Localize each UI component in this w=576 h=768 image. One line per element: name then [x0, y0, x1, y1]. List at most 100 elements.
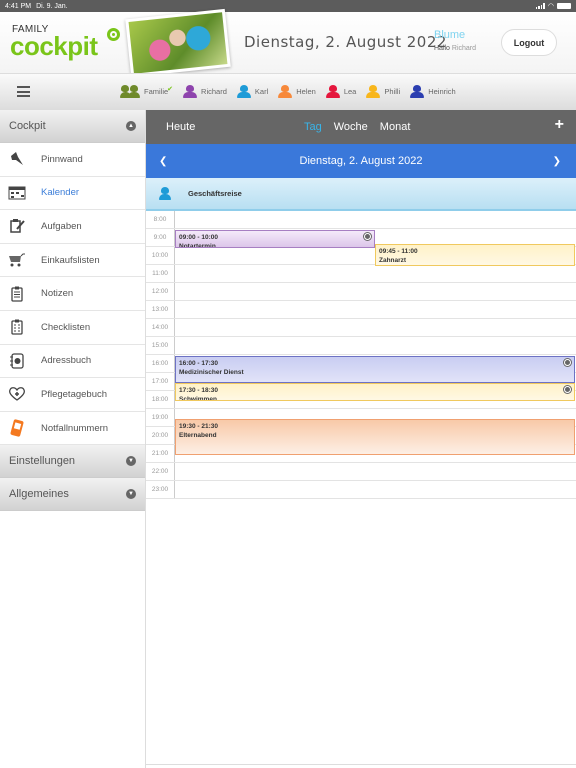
- sidebar-section-settings[interactable]: Einstellungen ▼: [0, 445, 145, 479]
- calendar-event[interactable]: 09:45 - 11:00 Zahnarzt: [375, 243, 575, 266]
- calendar-event[interactable]: 16:00 - 17:30 Medizinischer Dienst: [175, 356, 575, 383]
- status-bar: 4:41 PM Di. 9. Jan. ◠: [0, 0, 576, 12]
- sidebar: Cockpit ▲ Pinnwand Kalender Aufgaben Einkau…: [0, 110, 146, 768]
- user-name: Richard: [451, 45, 477, 52]
- member-helen[interactable]: Helen: [278, 85, 316, 98]
- member-filter: Familie ✔ Richard Karl Helen Lea Philli Heinric…: [120, 85, 466, 98]
- member-avatar-icon: [410, 85, 425, 98]
- hour-label: 18:00: [151, 396, 169, 403]
- hour-row[interactable]: 15:00: [146, 337, 576, 355]
- hour-label: 17:00: [151, 378, 169, 385]
- chevron-right-icon[interactable]: ❯: [553, 156, 561, 167]
- header-date: Dienstag, 2. August 2022: [244, 33, 447, 51]
- sidebar-item-checklisten[interactable]: Checklisten: [0, 311, 145, 345]
- event-status-icon: [564, 386, 571, 393]
- member-name: Familie: [144, 87, 169, 96]
- heart-plus-icon: [8, 386, 26, 402]
- section-label: Allgemeines: [9, 488, 69, 501]
- family-name: Blume: [434, 29, 466, 41]
- member-avatar-icon: [183, 85, 198, 98]
- sidebar-item-label: Notizen: [41, 288, 74, 300]
- member-avatar-icon: [278, 85, 293, 98]
- sidebar-item-notfallnummern[interactable]: Notfallnummern: [0, 412, 145, 446]
- calendar-event[interactable]: 17:30 - 18:30 Schwimmen: [175, 383, 575, 401]
- emergency-phone-icon: [8, 419, 26, 437]
- wifi-icon: ◠: [547, 3, 554, 10]
- sidebar-item-label: Notfallnummern: [41, 422, 109, 434]
- hour-label: 8:00: [153, 216, 167, 223]
- tasks-icon: [8, 218, 26, 234]
- sidebar-section-general[interactable]: Allgemeines ▼: [0, 478, 145, 512]
- add-event-icon[interactable]: +: [555, 116, 564, 134]
- tab-tag[interactable]: Tag: [304, 121, 322, 133]
- calendar-event[interactable]: 09:00 - 10:00 Notartermin: [175, 230, 375, 248]
- hour-label: 15:00: [151, 342, 169, 349]
- hour-label: 19:00: [151, 414, 169, 421]
- member-avatar-icon: [236, 85, 251, 98]
- member-philli[interactable]: Philli: [366, 85, 400, 98]
- sidebar-item-aufgaben[interactable]: Aufgaben: [0, 210, 145, 244]
- member-familie[interactable]: Familie ✔: [120, 85, 173, 98]
- sidebar-item-pinnwand[interactable]: Pinnwand: [0, 143, 145, 177]
- hour-label: 10:00: [151, 252, 169, 259]
- member-heinrich[interactable]: Heinrich: [410, 85, 456, 98]
- sidebar-item-label: Pflegetagebuch: [41, 388, 108, 400]
- hour-row[interactable]: 22:00: [146, 463, 576, 481]
- logo-cockpit-text: cockpit: [10, 31, 98, 61]
- hour-row[interactable]: 13:00: [146, 301, 576, 319]
- member-name: Karl: [254, 87, 269, 96]
- hour-label: 21:00: [151, 450, 169, 457]
- sidebar-item-pflegetagebuch[interactable]: Pflegetagebuch: [0, 378, 145, 412]
- hour-row[interactable]: 12:00: [146, 283, 576, 301]
- hour-label: 23:00: [151, 486, 169, 493]
- tab-monat[interactable]: Monat: [380, 121, 411, 133]
- sidebar-item-einkaufslisten[interactable]: Einkaufslisten: [0, 244, 145, 278]
- family-photo: [125, 8, 231, 78]
- event-title: Notartermin: [179, 243, 216, 248]
- event-status-icon: [564, 359, 571, 366]
- member-lea[interactable]: Lea: [325, 85, 357, 98]
- sidebar-section-cockpit[interactable]: Cockpit ▲: [0, 110, 145, 143]
- tab-woche[interactable]: Woche: [334, 121, 368, 133]
- event-time: 09:00 - 10:00: [179, 234, 219, 241]
- member-richard[interactable]: Richard: [183, 85, 227, 98]
- sidebar-item-label: Pinnwand: [41, 153, 83, 165]
- section-label: Cockpit: [9, 120, 46, 132]
- current-date: Dienstag, 2. August 2022: [299, 155, 423, 167]
- sidebar-item-label: Checklisten: [41, 321, 91, 333]
- chevron-left-icon[interactable]: ❮: [159, 156, 167, 167]
- hour-row[interactable]: 23:00: [146, 481, 576, 499]
- member-name: Lea: [343, 87, 357, 96]
- calendar-event[interactable]: 19:30 - 21:30 Elternabend: [175, 419, 575, 455]
- event-time: 09:45 - 11:00: [379, 247, 418, 255]
- menu-icon[interactable]: [17, 86, 30, 97]
- greeting-prefix: Hallo: [434, 45, 450, 52]
- hour-label: 11:00: [152, 270, 168, 277]
- sidebar-item-kalender[interactable]: Kalender: [0, 177, 145, 211]
- hour-row[interactable]: 8:00: [146, 211, 576, 229]
- allday-event[interactable]: Geschäftsreise: [146, 178, 576, 211]
- view-switcher: Tag Woche Monat: [304, 121, 410, 133]
- event-title: Medizinischer Dienst: [179, 369, 244, 376]
- member-karl[interactable]: Karl: [236, 85, 269, 98]
- logo-ring-icon: [107, 28, 120, 41]
- hour-label: 12:00: [151, 288, 169, 295]
- today-button[interactable]: Heute: [166, 121, 195, 133]
- status-date: Di. 9. Jan.: [36, 2, 68, 10]
- allday-event-title: Geschäftsreise: [188, 189, 242, 198]
- hour-row[interactable]: 14:00: [146, 319, 576, 337]
- sidebar-item-notizen[interactable]: Notizen: [0, 277, 145, 311]
- sidebar-item-adressbuch[interactable]: Adressbuch: [0, 345, 145, 379]
- hour-label: 16:00: [151, 360, 169, 367]
- member-name: Richard: [201, 87, 227, 96]
- chevron-down-icon: ▼: [126, 456, 136, 467]
- hour-row[interactable]: 11:00: [146, 265, 576, 283]
- section-label: Einstellungen: [9, 455, 76, 468]
- app-header: FAMILY cockpit Dienstag, 2. August 2022 …: [0, 8, 576, 78]
- chevron-down-icon: ▼: [126, 489, 136, 500]
- event-time: 17:30 - 18:30: [179, 387, 219, 394]
- chevron-up-icon: ▲: [126, 121, 136, 131]
- logout-button[interactable]: Logout: [501, 29, 557, 56]
- checklist-icon: [8, 319, 26, 335]
- notes-icon: [8, 286, 26, 302]
